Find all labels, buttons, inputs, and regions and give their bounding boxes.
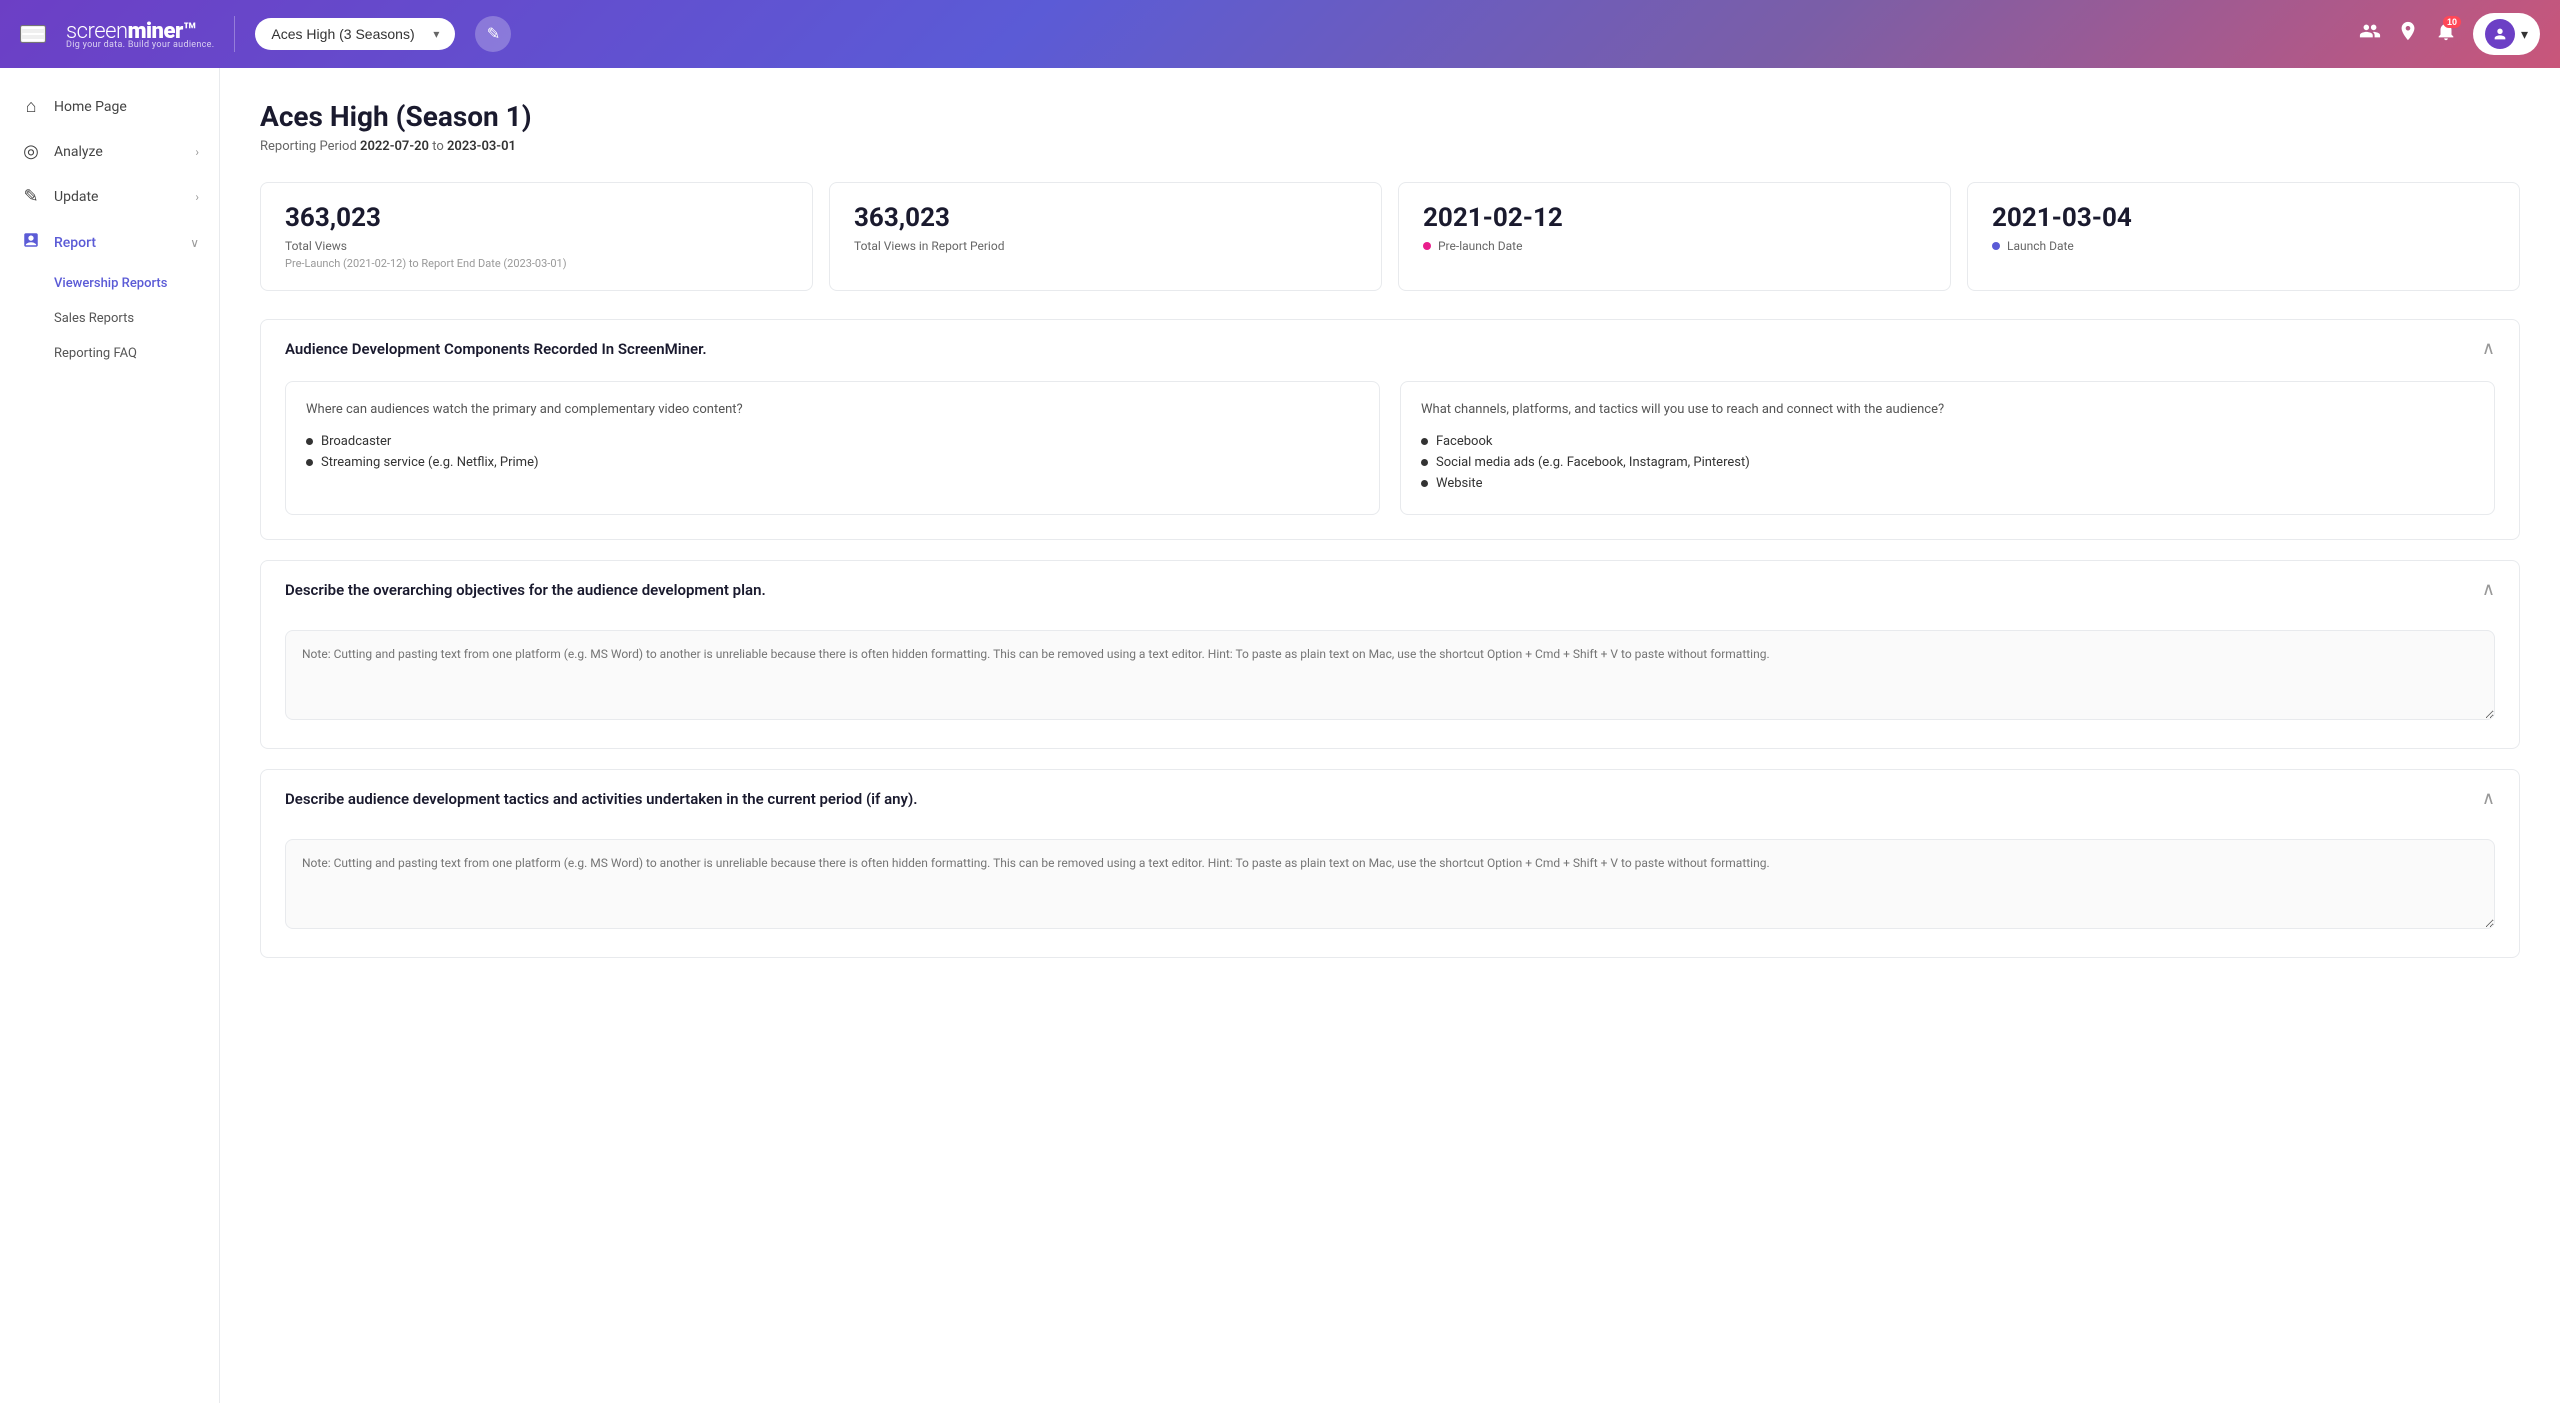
sidebar-sub-label-viewership: Viewership Reports xyxy=(54,276,167,291)
section-title-tactics: Describe audience development tactics an… xyxy=(285,790,918,808)
page-title: Aces High (Season 1) xyxy=(260,100,2520,133)
col2-question: What channels, platforms, and tactics wi… xyxy=(1421,402,2474,417)
list-item: Social media ads (e.g. Facebook, Instagr… xyxy=(1421,452,2474,473)
stat-label-period-views: Total Views in Report Period xyxy=(854,239,1357,253)
menu-button[interactable] xyxy=(20,25,46,43)
reporting-period-from: 2022-07-20 xyxy=(360,139,429,154)
report-icon xyxy=(20,231,42,254)
show-selector-label: Aces High (3 Seasons) xyxy=(271,26,414,42)
prelaunch-icon xyxy=(1423,242,1431,250)
section-audience-development: Audience Development Components Recorded… xyxy=(260,319,2520,540)
notification-badge: 10 xyxy=(2443,16,2461,28)
col2-list: Facebook Social media ads (e.g. Facebook… xyxy=(1421,431,2474,494)
list-item: Facebook xyxy=(1421,431,2474,452)
user-menu-button[interactable]: ▾ xyxy=(2473,13,2540,55)
location-icon xyxy=(2397,20,2419,42)
sidebar-item-home[interactable]: ⌂ Home Page xyxy=(0,84,219,129)
collapse-icon: ∧ xyxy=(2482,579,2495,600)
sidebar-item-analyze[interactable]: ◎ Analyze › xyxy=(0,129,219,174)
stats-row: 363,023 Total Views Pre-Launch (2021-02-… xyxy=(260,182,2520,291)
audience-two-col: Where can audiences watch the primary an… xyxy=(285,381,2495,515)
audience-col2: What channels, platforms, and tactics wi… xyxy=(1400,381,2495,515)
home-icon: ⌂ xyxy=(20,96,42,117)
sidebar-item-report-label: Report xyxy=(54,235,178,251)
collapse-icon: ∧ xyxy=(2482,788,2495,809)
stat-card-total-views: 363,023 Total Views Pre-Launch (2021-02-… xyxy=(260,182,813,291)
edit-icon: ✎ xyxy=(487,24,500,44)
stat-sub-total-views: Pre-Launch (2021-02-12) to Report End Da… xyxy=(285,257,788,270)
section-objectives-header[interactable]: Describe the overarching objectives for … xyxy=(261,561,2519,618)
people-icon xyxy=(2359,20,2381,42)
sidebar-item-update-label: Update xyxy=(54,189,183,205)
stat-value-launch: 2021-03-04 xyxy=(1992,203,2495,233)
stat-value-prelaunch: 2021-02-12 xyxy=(1423,203,1926,233)
chevron-right-icon: › xyxy=(195,190,199,204)
location-icon-button[interactable] xyxy=(2397,20,2419,48)
section-title-objectives: Describe the overarching objectives for … xyxy=(285,581,766,599)
list-item: Broadcaster xyxy=(306,431,1359,452)
sidebar-item-sales-reports[interactable]: Sales Reports xyxy=(0,301,219,336)
logo: screenminer™ Dig your data. Build your a… xyxy=(66,19,214,50)
tactics-textarea[interactable] xyxy=(285,839,2495,929)
reporting-period-label: Reporting Period xyxy=(260,139,360,154)
section-tactics: Describe audience development tactics an… xyxy=(260,769,2520,958)
update-icon: ✎ xyxy=(20,186,42,207)
reporting-period-to: 2023-03-01 xyxy=(447,139,516,154)
chevron-right-icon: › xyxy=(195,145,199,159)
logo-tagline: Dig your data. Build your audience. xyxy=(66,40,214,50)
sidebar: ⌂ Home Page ◎ Analyze › ✎ Update › Repor… xyxy=(0,68,220,1403)
stat-value-period-views: 363,023 xyxy=(854,203,1357,233)
main-layout: ⌂ Home Page ◎ Analyze › ✎ Update › Repor… xyxy=(0,68,2560,1403)
app-header: screenminer™ Dig your data. Build your a… xyxy=(0,0,2560,68)
notification-button[interactable]: 10 xyxy=(2435,20,2457,48)
stat-card-period-views: 363,023 Total Views in Report Period xyxy=(829,182,1382,291)
header-divider xyxy=(234,16,235,52)
section-body-tactics xyxy=(261,827,2519,957)
col1-question: Where can audiences watch the primary an… xyxy=(306,402,1359,417)
list-item: Website xyxy=(1421,473,2474,494)
section-title-audience: Audience Development Components Recorded… xyxy=(285,340,707,358)
col1-list: Broadcaster Streaming service (e.g. Netf… xyxy=(306,431,1359,473)
stat-label-launch: Launch Date xyxy=(1992,239,2495,253)
stat-card-prelaunch-date: 2021-02-12 Pre-launch Date xyxy=(1398,182,1951,291)
section-objectives: Describe the overarching objectives for … xyxy=(260,560,2520,749)
main-content: Aces High (Season 1) Reporting Period 20… xyxy=(220,68,2560,1403)
stat-label-prelaunch: Pre-launch Date xyxy=(1423,239,1926,253)
section-tactics-header[interactable]: Describe audience development tactics an… xyxy=(261,770,2519,827)
section-body-objectives xyxy=(261,618,2519,748)
audience-col1: Where can audiences watch the primary an… xyxy=(285,381,1380,515)
reporting-period: Reporting Period 2022-07-20 to 2023-03-0… xyxy=(260,139,2520,154)
show-selector[interactable]: Aces High (3 Seasons) ▾ xyxy=(255,18,455,50)
avatar xyxy=(2485,19,2515,49)
collapse-icon: ∧ xyxy=(2482,338,2495,359)
sidebar-item-analyze-label: Analyze xyxy=(54,144,183,160)
stat-value-total-views: 363,023 xyxy=(285,203,788,233)
section-body-audience: Where can audiences watch the primary an… xyxy=(261,381,2519,539)
stat-card-launch-date: 2021-03-04 Launch Date xyxy=(1967,182,2520,291)
launch-icon xyxy=(1992,242,2000,250)
section-audience-development-header[interactable]: Audience Development Components Recorded… xyxy=(261,320,2519,377)
sidebar-item-viewership-reports[interactable]: Viewership Reports xyxy=(0,266,219,301)
user-chevron: ▾ xyxy=(2521,26,2528,43)
people-icon-button[interactable] xyxy=(2359,20,2381,48)
stat-label-total-views: Total Views xyxy=(285,239,788,253)
list-item: Streaming service (e.g. Netflix, Prime) xyxy=(306,452,1359,473)
sidebar-sub-label-faq: Reporting FAQ xyxy=(54,346,137,361)
sidebar-item-report[interactable]: Report ∨ xyxy=(0,219,219,266)
chevron-down-icon: ∨ xyxy=(190,236,199,250)
sidebar-sub-label-sales: Sales Reports xyxy=(54,311,134,326)
sidebar-item-home-label: Home Page xyxy=(54,99,199,115)
analyze-icon: ◎ xyxy=(20,141,42,162)
objectives-textarea[interactable] xyxy=(285,630,2495,720)
chevron-down-icon: ▾ xyxy=(433,27,439,41)
header-right: 10 ▾ xyxy=(2359,13,2540,55)
sidebar-item-reporting-faq[interactable]: Reporting FAQ xyxy=(0,336,219,371)
edit-button[interactable]: ✎ xyxy=(475,16,511,52)
sidebar-item-update[interactable]: ✎ Update › xyxy=(0,174,219,219)
